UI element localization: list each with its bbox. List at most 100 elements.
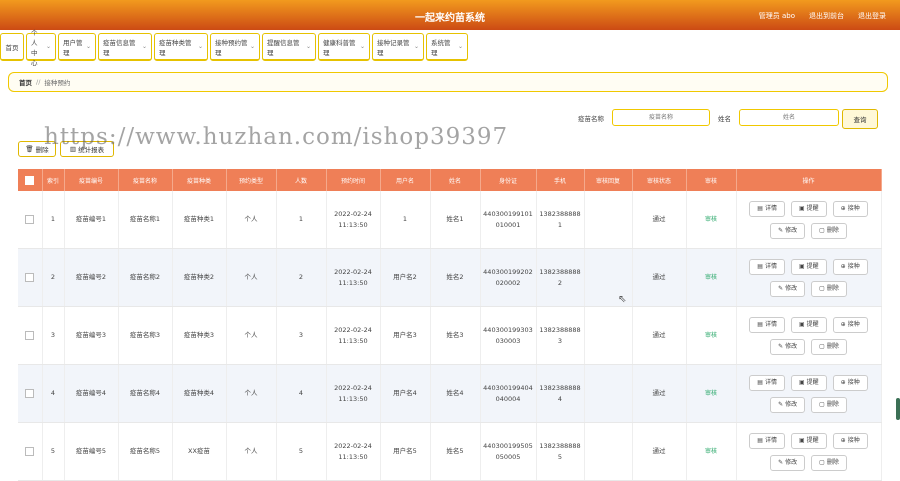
vaccine-name-label: 疫苗名称 [578,114,604,123]
table-row: 2 疫苗编号2 疫苗名称2 疫苗种类2 个人 2 2022-02-24 11:13:50 用户… [18,248,882,307]
action-button-2[interactable]: ⊕ 接种 [832,258,868,275]
action-label: 接种 [847,205,860,212]
cell-phone: 13823888884 [536,364,585,423]
action-label: 详情 [764,321,777,328]
nav-item-8[interactable]: 接种记录管理 ⌄ [372,33,424,61]
cell-index: 5 [42,422,65,481]
action-button-3[interactable]: ✎ 修改 [770,338,806,355]
review-link[interactable]: 审核 [705,448,717,455]
row-checkbox[interactable] [18,364,43,423]
back-to-frontend-link[interactable]: 退出到前台 [809,11,844,21]
cell-time: 2022-02-24 11:13:50 [326,191,381,249]
cell-idcard: 440300199404040004 [480,364,537,423]
vaccine-name-input[interactable] [612,109,710,126]
nav-item-9[interactable]: 系统管理 ⌄ [426,33,468,61]
cell-type: 疫苗种类2 [172,248,227,307]
row-checkbox[interactable] [18,191,43,249]
action-label: 提醒 [806,321,819,328]
cell-status: 通过 [632,422,687,481]
action-button-3[interactable]: ✎ 修改 [770,222,806,239]
action-button-3[interactable]: ✎ 修改 [770,396,806,413]
action-button-3[interactable]: ✎ 修改 [770,280,806,297]
nav-item-1[interactable]: 个人中心 ⌄ [26,29,56,67]
scrollbar-thumb[interactable] [896,398,900,420]
report-button[interactable]: ▥ 统计报表 [60,141,114,157]
person-name-input[interactable] [739,109,839,126]
nav-item-4[interactable]: 疫苗种类管理 ⌄ [154,33,208,61]
nav-item-0[interactable]: 首页 [0,33,24,61]
action-button-2[interactable]: ⊕ 接种 [832,316,868,333]
search-button[interactable]: 查询 [842,109,878,129]
column-header: 操作 [736,169,882,191]
chevron-down-icon: ⌄ [197,43,203,50]
select-all-checkbox[interactable] [18,169,43,191]
cell-code: 疫苗编号5 [64,422,119,481]
action-label: 修改 [785,343,798,350]
cell-time: 2022-02-24 11:13:50 [326,306,381,365]
review-link[interactable]: 审核 [705,216,717,223]
nav-item-2[interactable]: 用户管理 ⌄ [58,33,96,61]
cell-code: 疫苗编号4 [64,364,119,423]
name-search-group: 姓名 [718,109,839,126]
breadcrumb-home[interactable]: 首页 [19,77,32,87]
action-label: 删除 [826,285,839,292]
action-button-0[interactable]: ▤ 详情 [749,432,785,449]
action-button-0[interactable]: ▤ 详情 [749,200,785,217]
breadcrumb: 首页 // 接种预约 [8,72,888,92]
nav-item-label: 接种预约管理 [215,38,248,57]
trash-icon: 🗑 [25,145,34,153]
action-button-2[interactable]: ⊕ 接种 [832,432,868,449]
action-icon: ⊕ [840,263,846,270]
nav-item-label: 健康科普管理 [323,38,356,57]
action-button-1[interactable]: ▣ 提醒 [790,432,827,449]
action-button-0[interactable]: ▤ 详情 [749,374,785,391]
cell-reply [584,306,633,365]
cell-user: 用户名5 [380,422,431,481]
cell-reply [584,191,633,249]
action-icon: ✎ [778,227,784,234]
action-button-1[interactable]: ▣ 提醒 [790,258,827,275]
row-checkbox[interactable] [18,306,43,365]
action-button-2[interactable]: ⊕ 接种 [832,200,868,217]
action-button-0[interactable]: ▤ 详情 [749,258,785,275]
nav-item-label: 接种记录管理 [377,38,410,57]
cell-review: 审核 [686,422,737,481]
action-button-1[interactable]: ▣ 提醒 [790,316,827,333]
nav-item-7[interactable]: 健康科普管理 ⌄ [318,33,370,61]
table-row: 1 疫苗编号1 疫苗名称1 疫苗种类1 个人 1 2022-02-24 11:13:50 1 姓… [18,191,882,249]
action-label: 接种 [847,379,860,386]
cell-name: 疫苗名称5 [118,422,173,481]
action-label: 详情 [764,205,777,212]
action-icon: ▣ [798,263,805,270]
nav-item-5[interactable]: 接种预约管理 ⌄ [210,33,260,61]
action-button-4[interactable]: ▢ 删除 [811,280,847,297]
review-link[interactable]: 审核 [705,332,717,339]
action-button-0[interactable]: ▤ 详情 [749,316,785,333]
top-header-bar: 一起来约苗系统 管理员 abo 退出到前台 退出登录 [0,0,900,30]
row-checkbox[interactable] [18,422,43,481]
action-icon: ✎ [778,459,784,466]
row-checkbox[interactable] [18,248,43,307]
cell-actions: ▤ 详情 ▣ 提醒 ⊕ 接种 ✎ 修改 ▢ 删除 [736,364,882,423]
action-button-4[interactable]: ▢ 删除 [811,338,847,355]
nav-item-6[interactable]: 提醒信息管理 ⌄ [262,33,316,61]
cell-actions: ▤ 详情 ▣ 提醒 ⊕ 接种 ✎ 修改 ▢ 删除 [736,306,882,365]
nav-item-label: 提醒信息管理 [267,38,300,57]
action-label: 提醒 [806,437,819,444]
action-button-4[interactable]: ▢ 删除 [811,222,847,239]
action-button-1[interactable]: ▣ 提醒 [790,374,827,391]
action-button-1[interactable]: ▣ 提醒 [790,200,827,217]
batch-delete-button[interactable]: 🗑 删除 [18,141,56,157]
cell-idcard: 440300199303030003 [480,306,537,365]
action-button-2[interactable]: ⊕ 接种 [832,374,868,391]
review-link[interactable]: 审核 [705,390,717,397]
cell-count: 2 [276,248,327,307]
nav-item-3[interactable]: 疫苗信息管理 ⌄ [98,33,152,61]
logout-link[interactable]: 退出登录 [858,11,886,21]
review-link[interactable]: 审核 [705,274,717,281]
cell-index: 1 [42,191,65,249]
column-header: 姓名 [430,169,481,191]
action-icon: ▤ [757,437,763,444]
action-button-4[interactable]: ▢ 删除 [811,396,847,413]
cell-code: 疫苗编号2 [64,248,119,307]
